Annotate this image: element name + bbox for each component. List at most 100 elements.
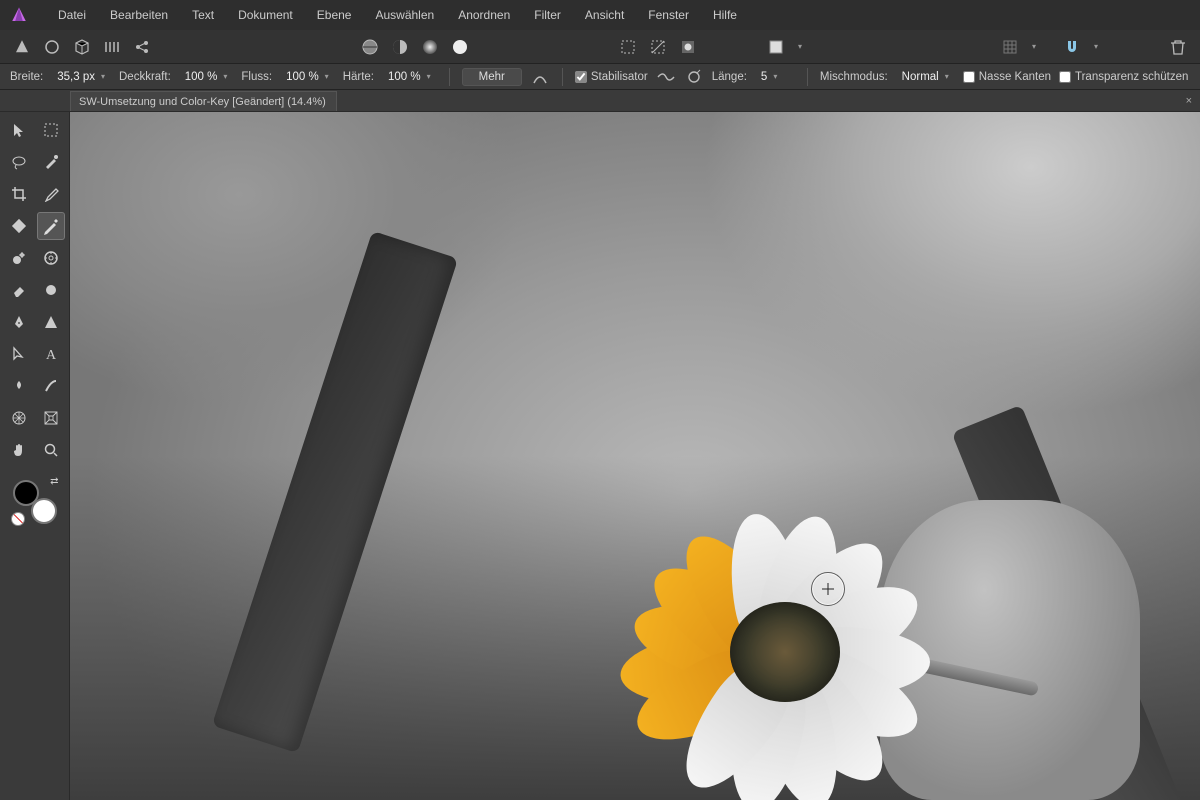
brush-soft-icon[interactable] — [358, 35, 382, 59]
hardness-field[interactable]: 100 % — [382, 71, 437, 83]
menu-hilfe[interactable]: Hilfe — [701, 0, 749, 30]
blendmode-label: Mischmodus: — [820, 71, 888, 83]
protect-alpha-checkbox[interactable]: Transparenz schützen — [1059, 71, 1188, 83]
brush-solid-icon[interactable] — [448, 35, 472, 59]
menu-bar: Datei Bearbeiten Text Dokument Ebene Aus… — [0, 0, 1200, 30]
sunflower — [610, 452, 950, 752]
width-label: Breite: — [10, 71, 43, 83]
no-color-icon[interactable] — [11, 512, 25, 526]
marquee-icon[interactable] — [616, 35, 640, 59]
stabiliser-label: Stabilisator — [591, 71, 648, 83]
cube-icon[interactable] — [70, 35, 94, 59]
circle-tool-icon[interactable] — [40, 35, 64, 59]
magnet-icon[interactable] — [1060, 35, 1084, 59]
window-mode-icon[interactable] — [684, 67, 704, 87]
protect-alpha-label: Transparenz schützen — [1075, 71, 1188, 83]
document-tab[interactable]: SW-Umsetzung und Color-Key [Geändert] (1… — [70, 91, 337, 111]
selection-brush-tool[interactable] — [37, 148, 65, 176]
menu-fenster[interactable]: Fenster — [636, 0, 701, 30]
rope-mode-icon[interactable] — [656, 67, 676, 87]
lasso-tool[interactable] — [5, 148, 33, 176]
document-image — [70, 112, 1200, 800]
trash-icon[interactable] — [1166, 35, 1190, 59]
clone-tool[interactable] — [5, 244, 33, 272]
app-icon[interactable] — [10, 35, 34, 59]
tool-grid: A — [5, 116, 65, 464]
wet-edges-checkbox[interactable]: Nasse Kanten — [963, 71, 1051, 83]
shape-tool[interactable] — [37, 308, 65, 336]
main-toolbar: ▾ ▾ ▾ — [0, 30, 1200, 64]
separator — [562, 68, 563, 86]
swatch-group: ▾ — [764, 35, 806, 59]
grid-dropdown-icon[interactable]: ▾ — [1028, 35, 1040, 59]
brush-half-icon[interactable] — [388, 35, 412, 59]
hardness-label: Härte: — [343, 71, 374, 83]
flood-fill-tool[interactable] — [5, 212, 33, 240]
marquee-tool[interactable] — [37, 116, 65, 144]
flow-label: Fluss: — [241, 71, 272, 83]
move-tool[interactable] — [5, 116, 33, 144]
node-tool[interactable] — [5, 340, 33, 368]
grid-icon[interactable] — [998, 35, 1022, 59]
brush-preview-group — [358, 35, 472, 59]
diagonal-icon[interactable] — [646, 35, 670, 59]
menu-ebene[interactable]: Ebene — [305, 0, 364, 30]
menu-dokument[interactable]: Dokument — [226, 0, 305, 30]
quickmask-icon[interactable] — [676, 35, 700, 59]
blendmode-field[interactable]: Normal — [896, 71, 955, 83]
selection-group — [616, 35, 700, 59]
stabiliser-input[interactable] — [575, 71, 587, 83]
menu-datei[interactable]: Datei — [46, 0, 98, 30]
menu-anordnen[interactable]: Anordnen — [446, 0, 522, 30]
pressure-icon[interactable] — [530, 67, 550, 87]
length-field[interactable]: 5 — [755, 71, 795, 83]
menu-auswaehlen[interactable]: Auswählen — [363, 0, 446, 30]
menu-ansicht[interactable]: Ansicht — [573, 0, 636, 30]
brush-grad-icon[interactable] — [418, 35, 442, 59]
crop-tool[interactable] — [5, 180, 33, 208]
context-toolbar: Breite: 35,3 px Deckkraft: 100 % Fluss: … — [0, 64, 1200, 90]
svg-text:A: A — [46, 348, 57, 362]
canvas[interactable] — [70, 112, 1200, 800]
swap-colors-icon[interactable]: ⇄ — [50, 476, 58, 487]
opacity-label: Deckkraft: — [119, 71, 171, 83]
protect-alpha-input[interactable] — [1059, 71, 1071, 83]
workspace: A ⇄ — [0, 112, 1200, 800]
snap-group: ▾ ▾ — [998, 35, 1102, 59]
zoom-tool[interactable] — [37, 436, 65, 464]
bars-icon[interactable] — [100, 35, 124, 59]
close-document-icon[interactable]: × — [1186, 95, 1192, 107]
width-field[interactable]: 35,3 px — [51, 71, 111, 83]
menu-text[interactable]: Text — [180, 0, 226, 30]
eraser-tool[interactable] — [5, 276, 33, 304]
dodge-tool[interactable] — [37, 276, 65, 304]
menu-bearbeiten[interactable]: Bearbeiten — [98, 0, 180, 30]
opacity-field[interactable]: 100 % — [179, 71, 234, 83]
color-picker-tool[interactable] — [37, 180, 65, 208]
magnet-dropdown-icon[interactable]: ▾ — [1090, 35, 1102, 59]
stabiliser-checkbox[interactable]: Stabilisator — [575, 71, 648, 83]
paint-brush-tool[interactable] — [37, 212, 65, 240]
smudge-tool[interactable] — [5, 372, 33, 400]
share-icon[interactable] — [130, 35, 154, 59]
flow-field[interactable]: 100 % — [280, 71, 335, 83]
separator — [449, 68, 450, 86]
vector-brush-tool[interactable] — [37, 372, 65, 400]
perspective-tool[interactable] — [37, 404, 65, 432]
menu-filter[interactable]: Filter — [522, 0, 573, 30]
separator — [807, 68, 808, 86]
more-button[interactable]: Mehr — [462, 68, 522, 86]
swatch-dropdown-icon[interactable]: ▾ — [794, 35, 806, 59]
mesh-tool[interactable] — [5, 404, 33, 432]
background-color-well[interactable] — [31, 498, 57, 524]
document-tab-title: SW-Umsetzung und Color-Key [Geändert] (1… — [79, 96, 326, 108]
hand-tool[interactable] — [5, 436, 33, 464]
app-logo-icon — [8, 4, 30, 26]
color-wells[interactable]: ⇄ — [13, 480, 57, 524]
swatch-icon[interactable] — [764, 35, 788, 59]
wet-edges-input[interactable] — [963, 71, 975, 83]
pen-tool[interactable] — [5, 308, 33, 336]
text-tool[interactable]: A — [37, 340, 65, 368]
healing-tool[interactable] — [37, 244, 65, 272]
tools-panel: A ⇄ — [0, 112, 70, 800]
